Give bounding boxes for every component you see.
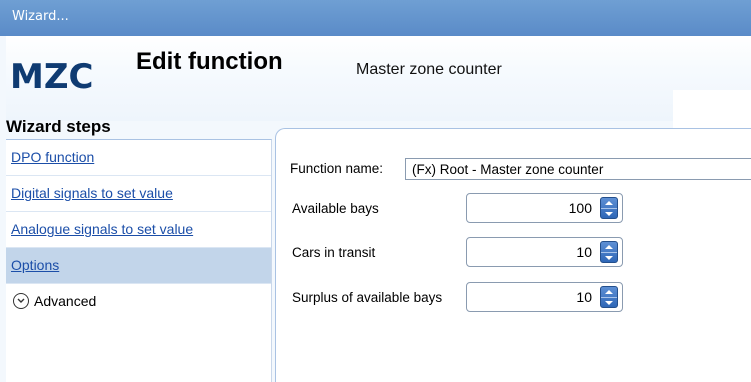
page-subtitle: Master zone counter <box>356 61 502 78</box>
step-link[interactable]: Analogue signals to set value <box>11 221 193 237</box>
page-title: Edit function <box>136 48 283 75</box>
function-logo: MZC <box>10 57 94 97</box>
wizard-steps-list: DPO function Digital signals to set valu… <box>6 139 272 382</box>
step-options[interactable]: Options <box>6 248 271 284</box>
available-bays-label: Available bays <box>292 201 379 216</box>
step-link[interactable]: Digital signals to set value <box>11 185 173 201</box>
header: MZC Edit function Master zone counter <box>6 36 751 135</box>
spin-down-icon[interactable] <box>604 211 614 217</box>
surplus-bays-stepper[interactable]: 10 <box>466 282 623 312</box>
advanced-toggle[interactable]: Advanced <box>6 284 271 320</box>
cars-in-transit-value: 10 <box>576 244 592 260</box>
step-link[interactable]: Options <box>11 257 59 273</box>
window-title: Wizard... <box>12 9 69 24</box>
step-analogue-signals[interactable]: Analogue signals to set value <box>6 212 271 248</box>
spin-up-icon[interactable] <box>604 244 614 250</box>
spin-down-icon[interactable] <box>604 300 614 306</box>
spin-buttons[interactable] <box>600 241 618 263</box>
spin-buttons[interactable] <box>600 197 618 219</box>
cars-in-transit-label: Cars in transit <box>292 245 376 260</box>
surplus-bays-value: 10 <box>576 289 592 305</box>
step-dpo-function[interactable]: DPO function <box>6 140 271 176</box>
available-bays-stepper[interactable]: 100 <box>466 193 623 223</box>
advanced-label: Advanced <box>34 293 97 309</box>
spin-up-icon[interactable] <box>604 289 614 295</box>
step-link[interactable]: DPO function <box>11 149 94 165</box>
function-name-value: (Fx) Root - Master zone counter <box>412 162 604 177</box>
function-name-field[interactable]: (Fx) Root - Master zone counter <box>405 158 751 180</box>
cars-in-transit-stepper[interactable]: 10 <box>466 237 623 267</box>
step-digital-signals[interactable]: Digital signals to set value <box>6 176 271 212</box>
window-titlebar: Wizard... <box>0 0 751 36</box>
available-bays-value: 100 <box>568 200 592 216</box>
wizard-steps-title: Wizard steps <box>6 117 111 136</box>
spin-down-icon[interactable] <box>604 255 614 261</box>
chevron-down-icon[interactable] <box>13 293 29 309</box>
spin-up-icon[interactable] <box>604 200 614 206</box>
surplus-bays-label: Surplus of available bays <box>292 290 443 305</box>
function-name-label: Function name: <box>290 161 384 176</box>
spin-buttons[interactable] <box>600 286 618 308</box>
